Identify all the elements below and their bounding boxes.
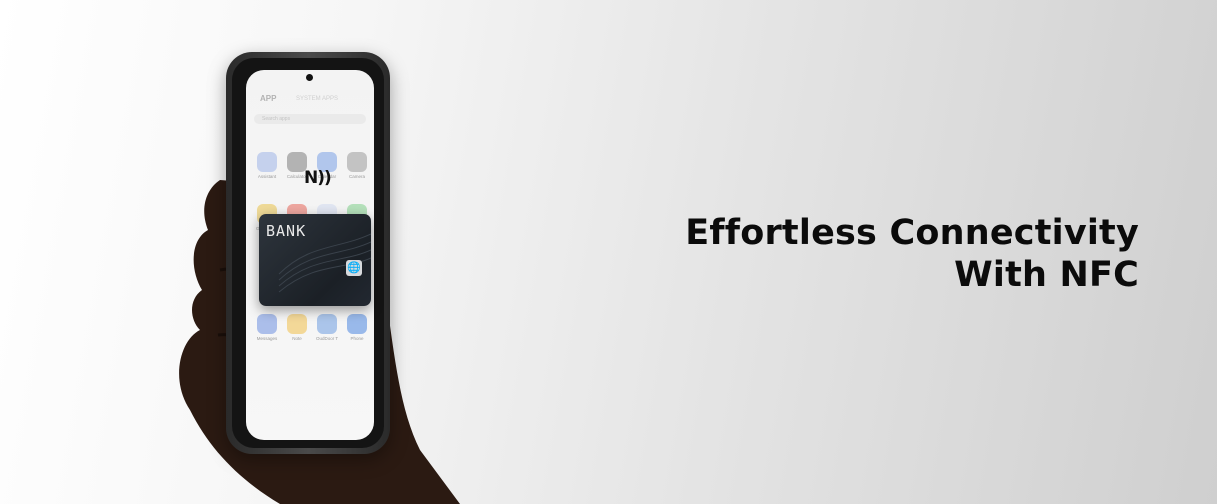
- app-label: Camera: [348, 174, 365, 179]
- outdoor-icon: [317, 314, 337, 334]
- card-bank-label: BANK: [266, 222, 307, 240]
- search-placeholder: Search apps: [262, 116, 291, 122]
- app-icon-tile[interactable]: Messages: [256, 314, 278, 341]
- camera-icon: [347, 152, 367, 172]
- app-label: Messages: [256, 336, 278, 341]
- phone-icon: [347, 314, 367, 334]
- app-label: Note: [292, 336, 302, 341]
- nfc-icon: N)): [304, 168, 332, 188]
- tab-app[interactable]: APP: [260, 94, 276, 103]
- tab-system-apps[interactable]: SYSTEM APPS: [296, 96, 338, 102]
- app-icon-tile[interactable]: Phone: [346, 314, 368, 341]
- app-icon-tile[interactable]: Note: [286, 314, 308, 341]
- globe-icon: 🌐: [346, 260, 362, 276]
- note-icon: [287, 314, 307, 334]
- headline-line-1: Effortless Connectivity: [685, 213, 1139, 253]
- app-label: OudDoor T...: [316, 336, 338, 341]
- assistant-icon: [257, 152, 277, 172]
- app-icon-tile[interactable]: Camera: [346, 152, 368, 179]
- app-label: Phone: [350, 336, 364, 341]
- app-search-input[interactable]: Search apps: [254, 114, 366, 124]
- headline-line-2: With NFC: [954, 255, 1139, 295]
- front-camera-icon: [306, 74, 313, 81]
- app-icon-tile[interactable]: OudDoor T...: [316, 314, 338, 341]
- messages-icon: [257, 314, 277, 334]
- nfc-banner: APP SYSTEM APPS Search apps Assistant Cal…: [0, 0, 1217, 504]
- bank-card: BANK 🌐: [259, 214, 371, 306]
- headline: Effortless Connectivity With NFC: [685, 212, 1139, 296]
- app-icon-tile[interactable]: Assistant: [256, 152, 278, 179]
- app-label: Assistant: [257, 174, 277, 179]
